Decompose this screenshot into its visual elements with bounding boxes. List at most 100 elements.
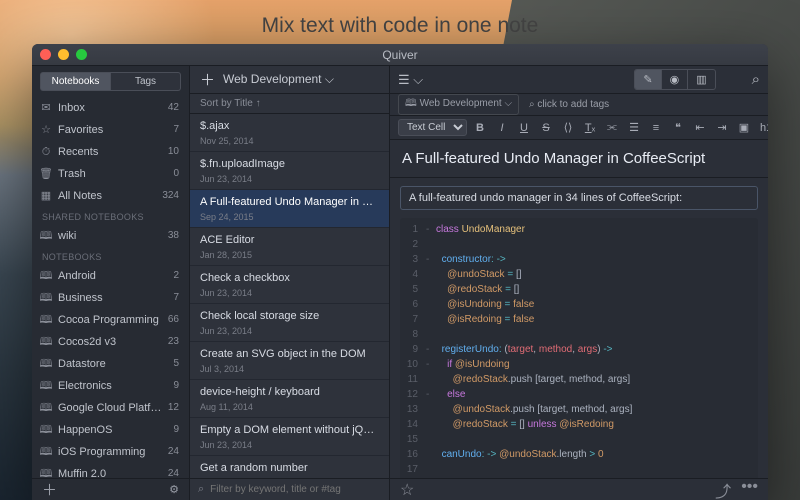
note-list-item[interactable]: $.fn.uploadImageJun 23, 2014 [190,152,389,190]
note-item-title: Check a checkbox [200,272,379,284]
sidebar-item[interactable]: 🕮Cocoa Programming66 [32,309,189,331]
sidebar-item[interactable]: ☆Favorites7 [32,119,189,141]
add-notebook-button[interactable]: ＋ [42,479,57,500]
titlebar[interactable]: Quiver [32,44,768,66]
italic-button[interactable]: I [493,120,511,136]
link-button[interactable]: ⫘ [603,119,621,136]
note-list-item[interactable]: Check a checkbox Jun 23, 2014 [190,266,389,304]
sidebar-item[interactable]: 🕮Android2 [32,265,189,287]
note-list-item[interactable]: $.ajaxNov 25, 2014 [190,114,389,152]
share-button[interactable]: ⤴ [715,478,731,500]
sidebar-item[interactable]: 🗑Trash0 [32,163,189,185]
notebook-icon: 🕮 [40,378,52,394]
notebook-icon: ✉ [40,100,52,116]
quote-button[interactable]: ❝ [669,119,687,136]
note-item-title: A Full-featured Undo Manager in Coffee… [200,196,379,208]
sidebar-item[interactable]: 🕮HappenOS9 [32,419,189,441]
menu-button[interactable]: ☰ ⌵ [398,72,423,88]
ol-button[interactable]: ≡ [647,120,665,136]
clear-format-button[interactable]: Tₓ [581,120,599,136]
note-list-item[interactable]: ACE EditorJan 28, 2015 [190,228,389,266]
sidebar-item-count: 42 [168,100,179,116]
sidebar-section-header: SHARED NOTEBOOKS [32,207,189,225]
note-item-date: Jun 23, 2014 [200,440,379,450]
search-icon[interactable]: ⌕ [752,71,760,88]
h1-button[interactable]: h1 [757,120,768,136]
minimize-icon[interactable] [58,49,69,60]
sidebar-item[interactable]: 🕮Cocos2d v323 [32,331,189,353]
note-list-item[interactable]: device-height / keyboardAug 11, 2014 [190,380,389,418]
notebook-title-dropdown[interactable]: Web Development ⌵ [223,72,334,87]
note-item-title: Check local storage size [200,310,379,322]
sidebar-item[interactable]: ▦ All Notes 324 [32,185,189,207]
filter-input[interactable] [210,484,381,495]
split-mode-button[interactable]: ▥ [687,70,714,89]
sidebar-item-label: Cocoa Programming [58,312,162,328]
note-item-title: $.ajax [200,120,379,132]
sidebar-item[interactable]: 🕮Datastore5 [32,353,189,375]
strike-button[interactable]: S [537,120,555,136]
more-icon[interactable]: ••• [741,478,758,500]
sidebar-item-count: 5 [173,356,179,372]
sidebar-item[interactable]: 🕮 Muffin 2.0 24 [32,463,189,478]
zoom-icon[interactable] [76,49,87,60]
sidebar-item[interactable]: 🕮Business7 [32,287,189,309]
sidebar-item-count: 7 [173,122,179,138]
sidebar-item-label: Cocos2d v3 [58,334,162,350]
sidebar-item[interactable]: 🕮wiki38 [32,225,189,247]
sort-button[interactable]: Sort by Title ↑ [190,94,389,114]
sidebar-item[interactable]: ⏱Recents10 [32,141,189,163]
add-note-button[interactable]: ＋ [200,69,215,90]
code-cell[interactable]: 1-class UndoManager23- constructor: ->4 … [400,218,758,478]
notebook-icon: 🗑 [40,166,52,182]
note-title[interactable]: A Full-featured Undo Manager in CoffeeSc… [390,140,768,178]
notebook-icon: ▦ [40,188,52,204]
cell-type-select[interactable]: Text Cell [398,119,467,136]
editor-pane: ☰ ⌵ ✎ ◉ ▥ ⌕ 🕮 Web Development ⌵ ⌕ click … [390,66,768,500]
preview-mode-button[interactable]: ◉ [661,70,688,89]
text-cell[interactable]: A full-featured undo manager in 34 lines… [400,186,758,210]
tab-notebooks[interactable]: Notebooks [40,72,111,91]
outdent-button[interactable]: ⇤ [691,119,709,136]
sidebar-item-label: Muffin 2.0 [58,466,162,478]
note-list-item[interactable]: Get a random numberJun 23, 2014 [190,456,389,478]
note-list-item[interactable]: Check local storage sizeJun 23, 2014 [190,304,389,342]
sidebar-item-label: Android [58,268,167,284]
sidebar-item-count: 38 [168,228,179,244]
sidebar-item[interactable]: ✉Inbox42 [32,97,189,119]
ul-button[interactable]: ☰ [625,119,643,136]
close-icon[interactable] [40,49,51,60]
sidebar-item-label: wiki [58,228,162,244]
notebook-crumb[interactable]: 🕮 Web Development ⌵ [398,94,519,115]
tags-hint[interactable]: ⌕ click to add tags [529,99,609,110]
sidebar-item-count: 324 [162,188,179,204]
edit-mode-button[interactable]: ✎ [635,70,660,89]
note-item-title: $.fn.uploadImage [200,158,379,170]
indent-button[interactable]: ⇥ [713,119,731,136]
notebook-icon: 🕮 [40,400,52,416]
settings-icon[interactable]: ⚙ [169,483,179,496]
favorite-button[interactable]: ☆ [400,480,414,500]
sidebar-item-label: Business [58,290,167,306]
note-list-item[interactable]: Create an SVG object in the DOMJul 3, 20… [190,342,389,380]
note-list-item[interactable]: A Full-featured Undo Manager in Coffee…S… [190,190,389,228]
code-button[interactable]: ⟨⟩ [559,119,577,136]
note-item-title: Create an SVG object in the DOM [200,348,379,360]
underline-button[interactable]: U [515,120,533,136]
notebook-icon: ☆ [40,122,52,138]
bold-button[interactable]: B [471,120,489,136]
note-item-date: Jun 23, 2014 [200,288,379,298]
sidebar-item-count: 66 [168,312,179,328]
sidebar-item-label: All Notes [58,188,156,204]
notebook-icon: 🕮 [40,290,52,306]
sidebar-item-count: 24 [168,466,179,478]
sidebar-item[interactable]: 🕮iOS Programming24 [32,441,189,463]
notebook-icon: 🕮 [40,466,52,478]
image-button[interactable]: ▣ [735,119,753,136]
sidebar-item[interactable]: 🕮Google Cloud Platform12 [32,397,189,419]
note-list-item[interactable]: Empty a DOM element without jQueryJun 23… [190,418,389,456]
sidebar-item[interactable]: 🕮Electronics9 [32,375,189,397]
notebook-icon: ⏱ [40,144,52,160]
tab-tags[interactable]: Tags [111,72,181,91]
notebook-icon: 🕮 [40,444,52,460]
